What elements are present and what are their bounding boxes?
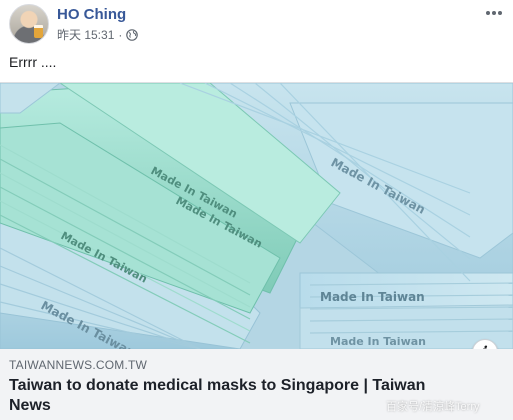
meta-separator: ·: [118, 27, 123, 42]
link-domain: TAIWANNEWS.COM.TW: [9, 358, 148, 372]
mask-imprint-text: Made In Taiwan: [330, 335, 426, 348]
more-options-icon[interactable]: [484, 6, 504, 20]
author-avatar[interactable]: [9, 4, 49, 44]
watermark-text: 百家号/清涼峰Terry: [386, 401, 480, 413]
link-preview-image[interactable]: Made In Taiwan Made In Taiwan Made In Taiw…: [0, 83, 513, 349]
author-name[interactable]: HO Ching: [57, 6, 126, 23]
masks-photo: Made In TaiwanMade In TaiwanMade In Taiw…: [0, 83, 513, 349]
post-meta: 昨天 15:31 ·: [57, 26, 139, 43]
link-preview-card[interactable]: Made In Taiwan Made In Taiwan Made In Taiw…: [0, 82, 513, 420]
mask-imprint-text: Made In Taiwan: [320, 290, 425, 304]
beer-glass-icon: [34, 25, 43, 38]
post-text: Errrr ....: [9, 54, 57, 70]
post-header: HO Ching 昨天 15:31 ·: [0, 0, 513, 50]
post-timestamp[interactable]: 昨天 15:31: [57, 26, 114, 43]
globe-icon[interactable]: [126, 28, 139, 41]
